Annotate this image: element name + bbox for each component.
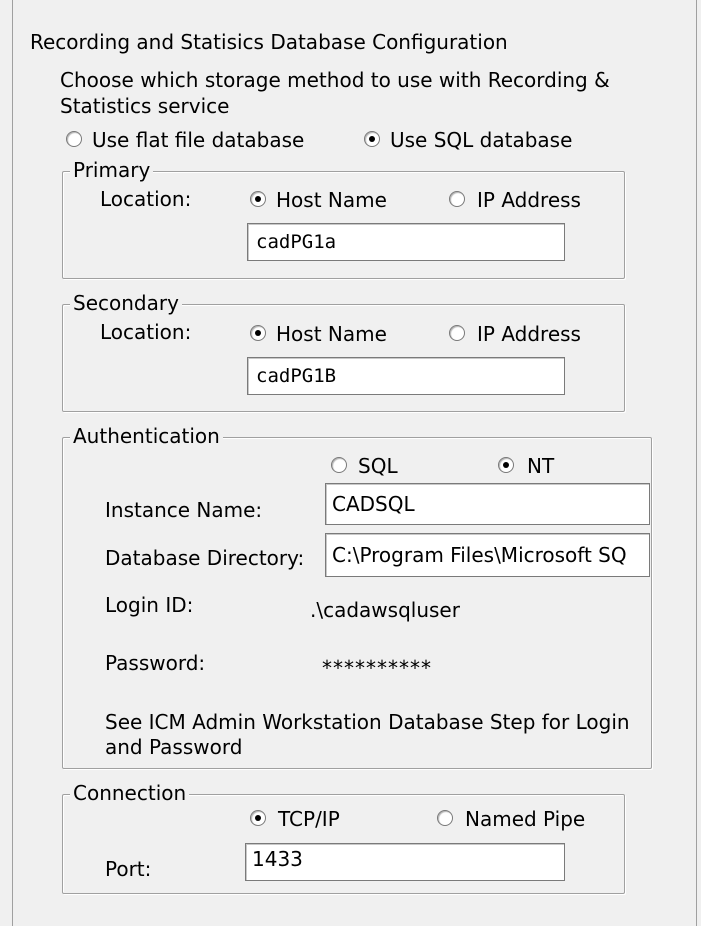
primary-hostname-radio[interactable] bbox=[250, 191, 266, 207]
sql-database-label[interactable]: Use SQL database bbox=[390, 128, 572, 152]
authentication-legend: Authentication bbox=[70, 425, 223, 447]
secondary-hostname-label[interactable]: Host Name bbox=[276, 322, 387, 346]
flat-file-radio[interactable] bbox=[66, 131, 82, 147]
flat-file-label[interactable]: Use flat file database bbox=[92, 128, 304, 152]
password-value: ********** bbox=[322, 656, 432, 680]
primary-location-input[interactable]: cadPG1a bbox=[247, 223, 565, 261]
auth-sql-label[interactable]: SQL bbox=[358, 454, 398, 478]
auth-note-line1: See ICM Admin Workstation Database Step … bbox=[105, 710, 630, 734]
primary-hostname-label[interactable]: Host Name bbox=[276, 188, 387, 212]
connection-named-pipe-radio[interactable] bbox=[437, 810, 453, 826]
password-label: Password: bbox=[105, 651, 206, 675]
instance-name-label: Instance Name: bbox=[105, 498, 263, 522]
primary-legend: Primary bbox=[70, 159, 154, 181]
auth-nt-radio[interactable] bbox=[498, 457, 514, 473]
login-id-label: Login ID: bbox=[105, 593, 194, 617]
secondary-location-input[interactable]: cadPG1B bbox=[247, 357, 565, 395]
port-label: Port: bbox=[105, 857, 152, 881]
database-directory-label: Database Directory: bbox=[105, 546, 305, 570]
primary-location-label: Location: bbox=[100, 187, 192, 211]
auth-note-line2: and Password bbox=[105, 735, 243, 759]
sql-database-radio[interactable] bbox=[364, 131, 380, 147]
login-id-value: .\cadawsqluser bbox=[310, 598, 460, 622]
primary-ip-radio[interactable] bbox=[449, 191, 465, 207]
connection-named-pipe-label[interactable]: Named Pipe bbox=[465, 807, 585, 831]
secondary-location-label: Location: bbox=[100, 320, 192, 344]
primary-ip-label[interactable]: IP Address bbox=[477, 188, 581, 212]
secondary-legend: Secondary bbox=[70, 292, 182, 314]
secondary-hostname-radio[interactable] bbox=[250, 325, 266, 341]
secondary-ip-radio[interactable] bbox=[449, 325, 465, 341]
connection-tcpip-label[interactable]: TCP/IP bbox=[278, 807, 340, 831]
port-input[interactable]: 1433 bbox=[245, 843, 565, 881]
storage-prompt-line1: Choose which storage method to use with … bbox=[60, 68, 610, 92]
auth-nt-label[interactable]: NT bbox=[527, 454, 554, 478]
instance-name-input[interactable]: CADSQL bbox=[325, 483, 650, 525]
connection-legend: Connection bbox=[70, 782, 190, 804]
storage-prompt-line2: Statistics service bbox=[60, 94, 230, 118]
page-title: Recording and Statisics Database Configu… bbox=[30, 30, 508, 54]
auth-sql-radio[interactable] bbox=[331, 457, 347, 473]
connection-tcpip-radio[interactable] bbox=[250, 810, 266, 826]
secondary-ip-label[interactable]: IP Address bbox=[477, 322, 581, 346]
database-directory-input[interactable]: C:\Program Files\Microsoft SQ bbox=[325, 533, 650, 577]
